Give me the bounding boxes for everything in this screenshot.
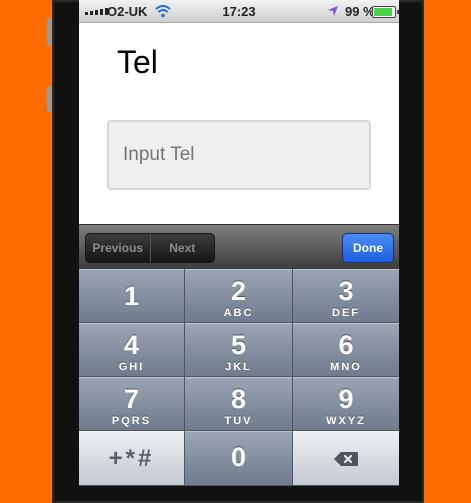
key-5[interactable]: 5 JKL [185, 323, 293, 377]
key-letters: TUV [224, 415, 253, 427]
phone-keypad: 1 2 ABC 3 DEF 4 GHI 5 JKL 6 MNO 7 PQRS 8 TUV 9W… [79, 269, 399, 486]
key-1[interactable]: 1 [79, 269, 185, 323]
key-letters: ABC [223, 307, 254, 319]
key-number: 5 [230, 330, 247, 360]
next-button[interactable]: Next [149, 234, 215, 262]
key-number: 9 [338, 384, 354, 414]
key-letters: DEF [332, 307, 360, 319]
symbols-label: +*# [108, 445, 155, 472]
key-number: 8 [230, 384, 247, 414]
symbols-key[interactable]: +*# [79, 431, 185, 486]
prev-next-control: Previous Next [85, 233, 215, 263]
battery-level-fill [374, 8, 392, 16]
tel-input[interactable] [107, 120, 371, 190]
key-letters: JKL [225, 361, 252, 373]
backspace-key[interactable] [293, 431, 399, 486]
phone-screen: O2-UK 17:23 99 % Tel Previous Next Done … [79, 0, 399, 486]
key-7[interactable]: 7 PQRS [79, 377, 185, 431]
page-title: Tel [117, 44, 158, 80]
key-6[interactable]: 6 MNO [293, 323, 399, 377]
key-4[interactable]: 4 GHI [79, 323, 185, 377]
key-number: 4 [123, 330, 140, 360]
key-number: 7 [123, 384, 140, 414]
key-number: 3 [338, 276, 354, 306]
done-button[interactable]: Done [342, 233, 394, 263]
key-3[interactable]: 3 DEF [293, 269, 399, 323]
backspace-icon [334, 452, 358, 466]
status-bar: O2-UK 17:23 99 % [79, 0, 399, 23]
keyboard-toolbar: Previous Next Done [79, 224, 399, 269]
key-2[interactable]: 2 ABC [185, 269, 293, 323]
key-number: 1 [123, 281, 140, 311]
key-number: 2 [230, 276, 247, 306]
key-letters: WXYZ [326, 415, 366, 427]
key-number: 6 [338, 330, 354, 360]
previous-button[interactable]: Previous [86, 234, 150, 262]
battery-icon [372, 6, 399, 18]
location-arrow-icon [328, 6, 338, 16]
key-0[interactable]: 0 [185, 431, 293, 486]
key-letters: PQRS [111, 415, 152, 427]
key-letters: GHI [118, 361, 145, 373]
key-number: 0 [230, 442, 247, 472]
key-8[interactable]: 8 TUV [185, 377, 293, 431]
key-9[interactable]: 9 WXYZ [293, 377, 399, 431]
key-letters: MNO [330, 361, 362, 373]
battery-percent: 99 % [345, 4, 375, 19]
